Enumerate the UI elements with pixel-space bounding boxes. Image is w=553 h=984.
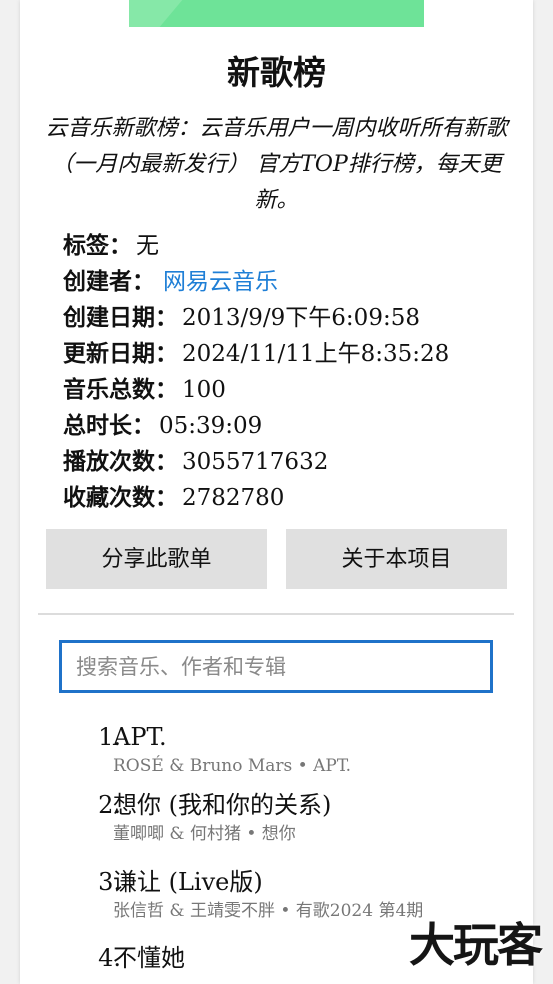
song-artist-album: ROSÉ & Bruno Mars • APT. xyxy=(113,756,352,776)
divider xyxy=(38,613,514,615)
meta-creator-label: 创建者： xyxy=(63,269,155,295)
meta-updated-label: 更新日期： xyxy=(63,341,178,367)
meta-tags-value: 无 xyxy=(136,233,159,259)
song-artist-album: 张信哲 & 王靖雯不胖 • 有歌2024 第4期 xyxy=(113,901,424,921)
meta-favorites: 收藏次数： 2782780 xyxy=(63,480,513,516)
song-title: 想你 (我和你的关系) xyxy=(113,791,332,819)
cover-stripe xyxy=(129,0,189,27)
song-list-item[interactable]: 1. APT. ROSÉ & Bruno Mars • APT. xyxy=(20,720,533,796)
meta-total: 音乐总数： 100 xyxy=(63,372,513,408)
song-title: 谦让 (Live版) xyxy=(113,868,263,896)
playlist-card: 新歌榜 云音乐新歌榜：云音乐用户一周内收听所有新歌（一月内最新发行） 官方TOP… xyxy=(20,0,533,984)
meta-updated-value: 2024/11/11上午8:35:28 xyxy=(182,341,450,367)
meta-creator: 创建者： 网易云音乐 xyxy=(63,264,513,300)
meta-total-value: 100 xyxy=(182,377,226,403)
meta-favorites-label: 收藏次数： xyxy=(63,485,178,511)
song-list-item[interactable]: 2. 想你 (我和你的关系) 董唧唧 & 何村猪 • 想你 xyxy=(20,788,533,864)
meta-plays-value: 3055717632 xyxy=(182,449,329,475)
song-title: APT. xyxy=(113,723,167,751)
meta-favorites-value: 2782780 xyxy=(182,485,285,511)
meta-duration-value: 05:39:09 xyxy=(159,413,263,439)
song-title: 不懂她 xyxy=(113,944,185,972)
meta-created: 创建日期： 2013/9/9下午6:09:58 xyxy=(63,300,513,336)
song-artist-album: 董唧唧 & 何村猪 • 想你 xyxy=(113,824,296,844)
meta-duration-label: 总时长： xyxy=(63,413,155,439)
meta-created-label: 创建日期： xyxy=(63,305,178,331)
meta-updated: 更新日期： 2024/11/11上午8:35:28 xyxy=(63,336,513,372)
playlist-description: 云音乐新歌榜：云音乐用户一周内收听所有新歌（一月内最新发行） 官方TOP排行榜，… xyxy=(45,116,508,213)
watermark-logo: 大玩客 xyxy=(409,918,543,972)
search-input[interactable] xyxy=(59,640,493,693)
creator-link[interactable]: 网易云音乐 xyxy=(163,269,278,295)
playlist-title: 新歌榜 xyxy=(227,53,326,92)
meta-duration: 总时长： 05:39:09 xyxy=(63,408,513,444)
playlist-cover-image xyxy=(129,0,424,27)
meta-plays-label: 播放次数： xyxy=(63,449,178,475)
meta-tags-label: 标签： xyxy=(63,233,132,259)
playlist-meta: 标签：无 创建者： 网易云音乐 创建日期： 2013/9/9下午6:09:58 更新… xyxy=(63,228,513,516)
meta-created-value: 2013/9/9下午6:09:58 xyxy=(182,305,420,331)
meta-plays: 播放次数： 3055717632 xyxy=(63,444,513,480)
about-project-button[interactable]: 关于本项目 xyxy=(286,529,507,589)
meta-total-label: 音乐总数： xyxy=(63,377,178,403)
meta-tags: 标签：无 xyxy=(63,228,513,264)
share-playlist-button[interactable]: 分享此歌单 xyxy=(46,529,267,589)
